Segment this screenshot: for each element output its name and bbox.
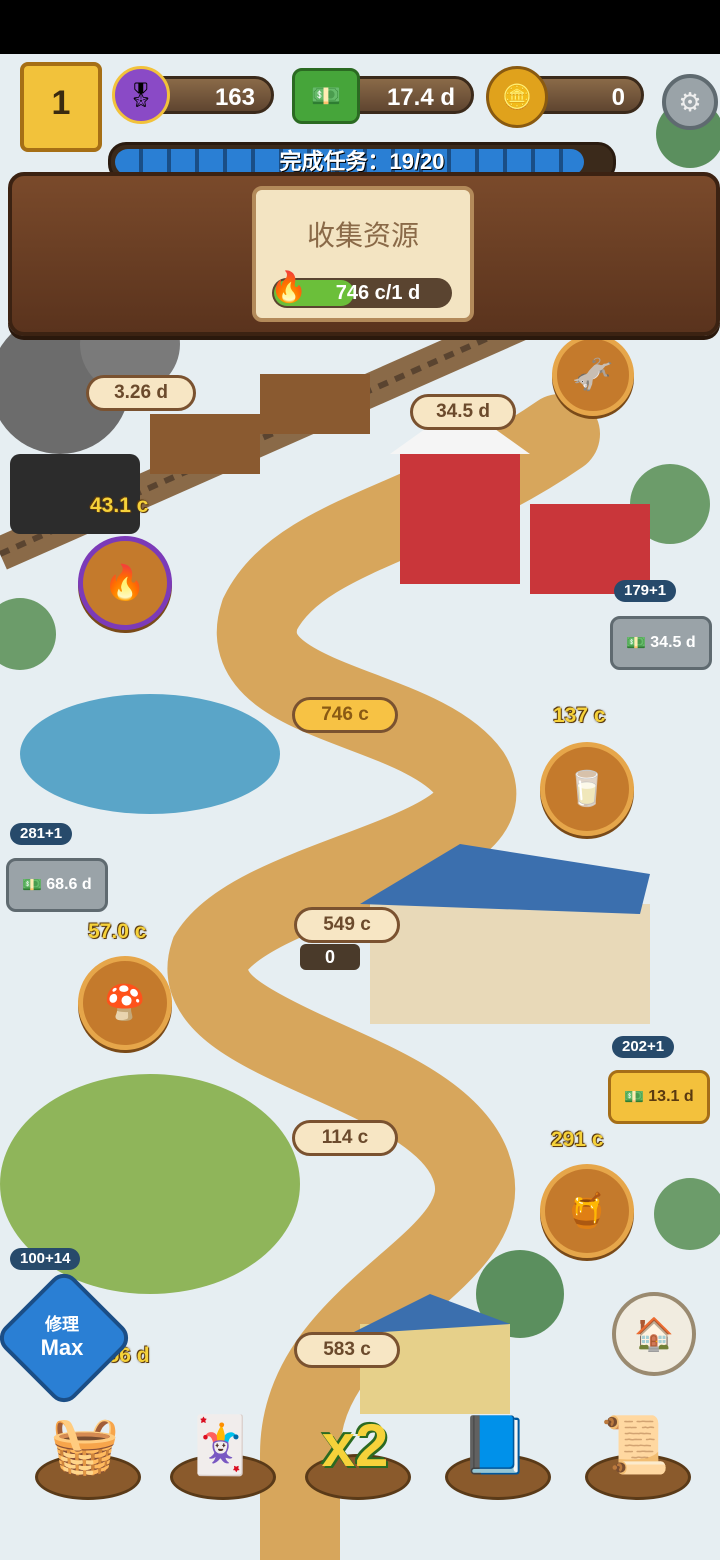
ribbon-icon: 🎖: [112, 66, 170, 124]
task-card[interactable]: 收集资源 746 c/1 d 🔥: [252, 186, 474, 322]
scroll-icon: 📜: [600, 1413, 670, 1476]
honey-pin[interactable]: 🍯: [540, 1164, 634, 1258]
bee-storage-label[interactable]: 583 c: [294, 1332, 400, 1368]
honeycomb-icon: 🍯: [565, 1192, 609, 1230]
train-value-label[interactable]: 3.26 d: [86, 375, 196, 411]
barn-cash[interactable]: 💵 34.5 d: [610, 616, 712, 670]
repair-max-label: Max: [40, 1335, 84, 1360]
cash-icon: 💵: [292, 68, 360, 124]
cards-icon: 🃏: [185, 1413, 255, 1476]
boost-label: x2: [321, 1411, 389, 1479]
fire-production-label: 43.1 c: [90, 494, 149, 517]
pond-capacity: 281+1: [10, 823, 73, 845]
pond-storage-label[interactable]: 746 c: [292, 697, 398, 733]
dairy-cash[interactable]: 💵 13.1 d: [608, 1070, 710, 1124]
fire-icon: 🔥: [270, 271, 308, 304]
fire-icon: 🔥: [103, 564, 147, 602]
fire-pin[interactable]: 🔥: [78, 536, 172, 630]
quest-scroll-button[interactable]: 📜: [580, 1390, 691, 1500]
pig-capacity: 100+14: [10, 1248, 81, 1270]
mushroom-pin[interactable]: 🍄: [78, 956, 172, 1050]
dairy-storage-label[interactable]: 549 c: [294, 907, 400, 943]
milk-production-label: 137 c: [553, 704, 606, 727]
shop-basket-button[interactable]: 🧺: [30, 1390, 141, 1500]
pig-storage-label[interactable]: 114 c: [292, 1120, 398, 1156]
donkey-pin[interactable]: 🫏: [552, 334, 634, 416]
mushroom-icon: 🍄: [103, 984, 147, 1022]
house-icon: 🏠: [634, 1316, 674, 1352]
cards-button[interactable]: 🃏: [165, 1390, 276, 1500]
donkey-icon: 🫏: [571, 356, 615, 394]
coin-icon: 🪙: [486, 66, 548, 128]
honey-production-label: 291 c: [551, 1128, 604, 1151]
barn-value-label[interactable]: 34.5 d: [410, 394, 516, 430]
repair-label: 修理: [45, 1315, 79, 1334]
cart-counter: 0: [300, 944, 360, 970]
gear-icon: ⚙: [678, 86, 702, 117]
barn-capacity: 179+1: [614, 580, 677, 602]
cash-icon: 💵: [624, 1089, 645, 1106]
cash-icon: 💵: [626, 635, 647, 652]
pond-cash[interactable]: 💵 68.6 d: [6, 858, 108, 912]
basket-icon: 🧺: [50, 1413, 120, 1476]
boost-x2-button[interactable]: x2: [300, 1390, 411, 1500]
magnifier-book-icon: 📘: [460, 1413, 530, 1476]
research-book-button[interactable]: 📘: [440, 1390, 551, 1500]
level-badge[interactable]: 1: [20, 62, 102, 152]
cash-icon: 💵: [22, 877, 43, 894]
settings-button[interactable]: ⚙: [662, 74, 718, 130]
milk-pin[interactable]: 🥛: [540, 742, 634, 836]
dairy-capacity: 202+1: [612, 1036, 675, 1058]
repair-badge[interactable]: 修理 Max: [14, 1310, 110, 1361]
task-card-progress-text: 746 c/1 d: [335, 282, 421, 304]
milk-bottle-icon: 🥛: [565, 770, 609, 808]
mushroom-production-label: 57.0 c: [88, 920, 147, 943]
task-title: 收集资源: [306, 220, 419, 251]
home-button[interactable]: 🏠: [612, 1292, 696, 1376]
